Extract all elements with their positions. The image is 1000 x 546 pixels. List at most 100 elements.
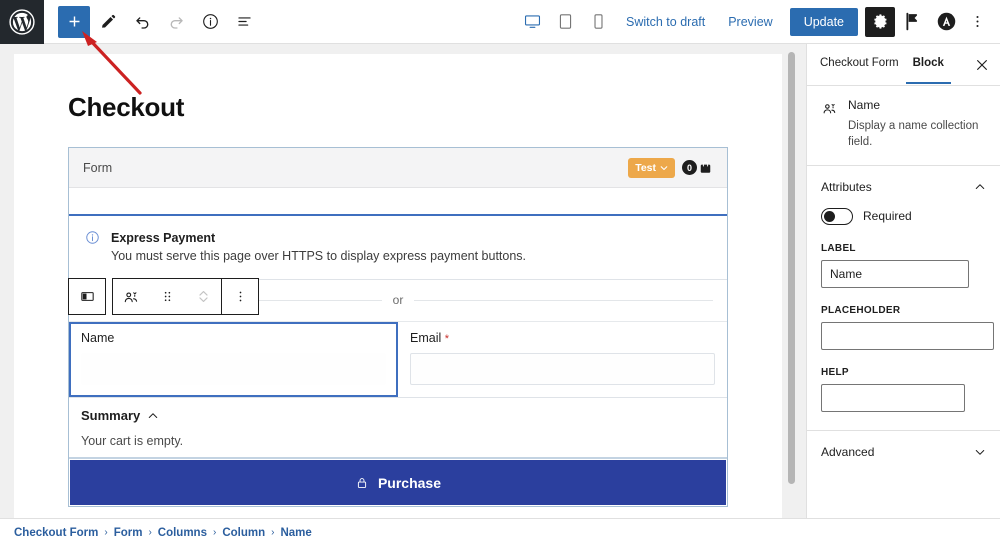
breadcrumb-form[interactable]: Form <box>114 527 143 539</box>
breadcrumb-column[interactable]: Column <box>222 527 265 539</box>
breadcrumb-separator: › <box>104 527 108 538</box>
name-field-block[interactable]: Name <box>69 321 398 398</box>
purchase-button-label: Purchase <box>377 474 442 491</box>
placeholder-field-group: PLACEHOLDER <box>821 304 994 350</box>
top-bar-right-tools: Switch to draft Preview Update <box>517 6 1000 37</box>
details-button[interactable] <box>194 6 226 38</box>
sidebar-block-info: Name Display a name collection field. <box>807 86 1000 166</box>
express-payment-notice: Express Payment You must serve this page… <box>69 214 727 280</box>
form-block-label: Form <box>83 160 113 175</box>
purchase-button[interactable]: Purchase <box>70 460 726 506</box>
summary-title: Summary <box>81 408 141 424</box>
advanced-section-header[interactable]: Advanced <box>807 431 1000 473</box>
cart-badge[interactable]: 0 <box>682 160 713 175</box>
edit-tool-button[interactable] <box>92 6 124 38</box>
breadcrumb: Checkout Form › Form › Columns › Column … <box>0 518 1000 546</box>
name-field-input[interactable] <box>81 352 386 385</box>
editor-top-bar: Switch to draft Preview Update <box>0 0 1000 44</box>
label-field-caption: LABEL <box>821 242 856 254</box>
block-layout-group <box>68 278 106 315</box>
editor-canvas[interactable]: Checkout Form Test 0 Express Payment You… <box>14 54 782 518</box>
email-field-block[interactable]: Email * <box>398 322 727 397</box>
summary-block[interactable]: Summary Your cart is empty. <box>69 398 727 459</box>
placeholder-field-input[interactable] <box>821 321 994 350</box>
label-field-input[interactable]: Name <box>821 259 969 288</box>
email-field-label-text: Email <box>410 330 442 345</box>
required-toggle-label: Required <box>863 209 912 224</box>
block-options-kebab-icon[interactable] <box>222 279 258 314</box>
switch-to-draft-button[interactable]: Switch to draft <box>616 9 715 35</box>
block-toolbar <box>68 278 259 315</box>
form-spacer <box>69 188 727 214</box>
redo-button[interactable] <box>160 6 192 38</box>
canvas-scrollbar[interactable] <box>788 52 795 484</box>
express-payment-message: You must serve this page over HTTPS to d… <box>111 249 527 264</box>
gear-icon[interactable] <box>865 6 895 37</box>
editor-body: Checkout Form Test 0 Express Payment You… <box>0 44 1000 518</box>
attributes-section-body: Required LABEL Name PLACEHOLDER HELP <box>807 207 1000 430</box>
mobile-icon[interactable] <box>583 7 613 37</box>
tab-block[interactable]: Block <box>905 45 951 84</box>
columns-layout-icon[interactable] <box>69 279 105 314</box>
purchase-block: Purchase <box>69 458 727 506</box>
form-block[interactable]: Form Test 0 Express Payment You must ser… <box>68 147 728 508</box>
breadcrumb-name[interactable]: Name <box>280 527 311 539</box>
chevron-up-icon[interactable] <box>147 410 159 422</box>
block-actions-group <box>112 278 259 315</box>
express-payment-title: Express Payment <box>111 231 216 245</box>
undo-button[interactable] <box>126 6 158 38</box>
sidebar-block-name: Name <box>848 98 881 112</box>
email-field-label: Email * <box>410 331 715 346</box>
chevron-updown-icon[interactable] <box>185 279 221 314</box>
email-field-input[interactable] <box>410 353 715 386</box>
breadcrumb-checkout-form[interactable]: Checkout Form <box>14 527 98 539</box>
settings-sidebar: Checkout Form Block Name Display a name … <box>806 44 1000 518</box>
close-icon[interactable] <box>967 50 997 80</box>
chevron-down-icon <box>660 165 668 170</box>
attributes-section-title: Attributes <box>821 179 872 194</box>
desktop-icon[interactable] <box>517 7 547 37</box>
summary-title-row[interactable]: Summary <box>81 408 715 423</box>
sidebar-block-description: Display a name collection field. <box>848 120 979 149</box>
add-block-button[interactable] <box>58 5 90 38</box>
test-mode-button[interactable]: Test <box>628 157 675 178</box>
summary-empty-message: Your cart is empty. <box>81 434 184 449</box>
form-fields-row: Name Email * <box>69 321 727 399</box>
preview-button[interactable]: Preview <box>718 9 782 35</box>
sidebar-block-info-text: Name Display a name collection field. <box>848 98 988 151</box>
name-people-icon[interactable] <box>113 279 149 314</box>
form-block-header: Form Test 0 <box>69 148 727 188</box>
shopping-bag-icon <box>700 161 711 173</box>
top-bar-left-tools <box>44 5 260 38</box>
breadcrumb-separator: › <box>212 527 217 538</box>
tab-checkout-form[interactable]: Checkout Form <box>813 45 906 84</box>
breadcrumb-columns[interactable]: Columns <box>158 527 207 539</box>
update-button[interactable]: Update <box>789 7 858 36</box>
help-field-caption: HELP <box>821 366 849 378</box>
drag-dots-icon[interactable] <box>149 279 185 314</box>
info-circle-icon <box>86 231 99 244</box>
page-title[interactable]: Checkout <box>14 54 782 123</box>
list-view-button[interactable] <box>228 6 260 38</box>
label-field-group: LABEL Name <box>821 243 986 288</box>
wordpress-logo-icon[interactable] <box>0 0 44 44</box>
test-mode-label: Test <box>635 161 656 174</box>
kebab-menu-icon[interactable] <box>964 7 990 37</box>
required-marker: * <box>444 332 450 345</box>
flag-plugin-icon[interactable] <box>898 7 928 37</box>
help-field-group: HELP <box>821 367 986 412</box>
attributes-section-header[interactable]: Attributes <box>807 166 1000 208</box>
toggle-knob <box>824 210 835 222</box>
required-toggle-row[interactable]: Required <box>821 207 986 225</box>
required-toggle[interactable] <box>821 207 853 225</box>
breadcrumb-separator: › <box>271 527 275 538</box>
form-block-header-actions: Test 0 <box>628 157 713 178</box>
tablet-icon[interactable] <box>550 7 580 37</box>
circle-a-avatar-icon[interactable] <box>931 7 961 37</box>
help-field-input[interactable] <box>821 383 965 412</box>
chevron-up-icon[interactable] <box>974 181 986 193</box>
name-people-icon <box>823 104 836 114</box>
placeholder-field-caption: PLACEHOLDER <box>821 304 901 316</box>
advanced-section-title: Advanced <box>821 444 875 459</box>
chevron-down-icon[interactable] <box>974 446 986 458</box>
